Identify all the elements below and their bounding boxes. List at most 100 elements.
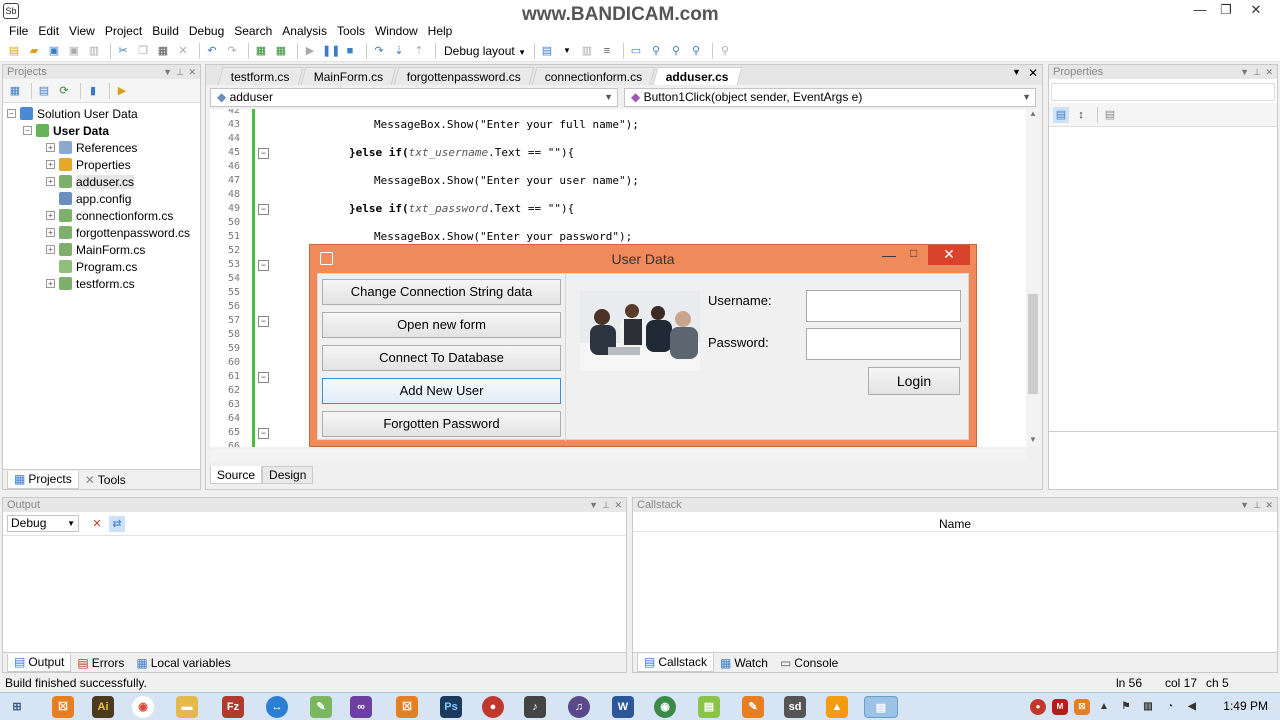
teamviewer-icon[interactable]: ↔ (266, 696, 288, 718)
tree-item-forgottenpassword[interactable]: + forgottenpassword.cs (7, 224, 197, 241)
expand-icon[interactable]: + (46, 160, 55, 169)
open-new-form-button[interactable]: Open new form (322, 312, 561, 338)
itunes-icon[interactable]: ♫ (568, 696, 590, 718)
close-icon[interactable]: ✕ (188, 65, 196, 79)
callstack-column-header[interactable]: Name (633, 516, 1277, 532)
output-source-select[interactable]: Debug ▼ (7, 515, 79, 532)
dropdown-icon[interactable]: ▼ (1240, 65, 1249, 79)
folder-icon[interactable]: ▤ (698, 696, 720, 718)
horizontal-scrollbar[interactable] (210, 449, 1026, 461)
username-input[interactable] (806, 290, 961, 322)
dropdown-icon[interactable]: ▼ (1240, 498, 1249, 512)
menu-help[interactable]: Help (423, 22, 458, 40)
tab-output[interactable]: ▤ Output (7, 653, 72, 672)
sd-icon[interactable]: sd (784, 696, 806, 718)
illustrator-icon[interactable]: Ai (92, 696, 114, 718)
undo-icon[interactable]: ↶ (204, 43, 220, 59)
find-next-icon[interactable]: ⚲ (668, 43, 684, 59)
rebuild-icon[interactable]: ▦ (273, 43, 289, 59)
view-designer-icon[interactable]: ▶ (114, 83, 130, 99)
antivirus-tray-icon[interactable]: M (1052, 699, 1068, 715)
indent-icon[interactable]: ≡ (599, 43, 615, 59)
replace-icon[interactable]: ⚲ (688, 43, 704, 59)
tab-adduser[interactable]: adduser.cs (653, 66, 743, 85)
network-icon[interactable]: ▥ (1140, 699, 1156, 715)
scroll-up-icon[interactable]: ▲ (1029, 109, 1037, 118)
object-selector[interactable] (1051, 83, 1275, 101)
fold-toggle[interactable]: − (258, 372, 269, 383)
record-icon[interactable]: ● (482, 696, 504, 718)
tree-solution[interactable]: − Solution User Data (7, 105, 197, 122)
tree-item-testform[interactable]: + testform.cs (7, 275, 197, 292)
tab-source[interactable]: Source (210, 466, 263, 484)
login-button[interactable]: Login (868, 367, 960, 395)
chrome-icon[interactable]: ◉ (132, 696, 154, 718)
pause-icon[interactable]: ❚❚ (322, 43, 340, 59)
close-tab-icon[interactable]: ✕ (1028, 66, 1038, 80)
scroll-down-icon[interactable]: ▼ (1029, 435, 1037, 444)
scrollbar-thumb[interactable] (1028, 294, 1038, 394)
close-icon[interactable]: ✕ (1265, 65, 1273, 79)
change-connection-string-button[interactable]: Change Connection String data (322, 279, 561, 305)
photoshop-icon[interactable]: Ps (440, 696, 462, 718)
comment-icon[interactable]: ▭ (628, 43, 644, 59)
property-pages-icon[interactable]: ▤ (1102, 107, 1118, 123)
flag-icon[interactable]: ⚑ (1118, 699, 1134, 715)
step-out-icon[interactable]: ⇡ (411, 43, 427, 59)
menu-search[interactable]: Search (229, 22, 277, 40)
app-icon[interactable]: ✎ (742, 696, 764, 718)
show-all-icon[interactable]: ▤ (36, 83, 52, 99)
close-button[interactable]: ✕ (1240, 0, 1272, 20)
clear-output-icon[interactable]: ✕ (89, 516, 105, 532)
filezilla-icon[interactable]: Fz (222, 696, 244, 718)
step-into-icon[interactable]: ⇣ (391, 43, 407, 59)
step-over-icon[interactable]: ↷ (371, 43, 387, 59)
media-icon[interactable]: ♪ (524, 696, 546, 718)
app-tray-icon[interactable]: ☒ (1074, 699, 1090, 715)
tab-tools[interactable]: ✕ Tools (79, 471, 132, 489)
tree-item-properties[interactable]: + Properties (7, 156, 197, 173)
run-icon[interactable]: ▶ (302, 43, 318, 59)
find-icon[interactable]: ⚲ (648, 43, 664, 59)
collapse-icon[interactable]: − (7, 109, 16, 118)
pin-icon[interactable]: ⊥ (1253, 65, 1261, 79)
menu-tools[interactable]: Tools (332, 22, 370, 40)
expand-icon[interactable]: + (46, 228, 55, 237)
app-icon[interactable]: ☒ (52, 696, 74, 718)
menu-window[interactable]: Window (370, 22, 423, 40)
dropdown-icon[interactable]: ▼ (163, 65, 172, 79)
bookmark-icon[interactable]: ▥ (579, 43, 595, 59)
tree-item-adduser[interactable]: + adduser.cs (7, 173, 197, 190)
sharpdevelop-task-icon[interactable]: ▤ (864, 696, 898, 718)
menu-view[interactable]: View (64, 22, 100, 40)
chevron-up-icon[interactable]: ▲ (1096, 699, 1112, 715)
forgotten-password-button[interactable]: Forgotten Password (322, 411, 561, 437)
tree-item-references[interactable]: + References (7, 139, 197, 156)
form-close-button[interactable]: ✕ (928, 245, 970, 265)
add-new-user-button[interactable]: Add New User (322, 378, 561, 404)
stop-icon[interactable]: ■ (342, 43, 358, 59)
fold-toggle[interactable]: − (258, 428, 269, 439)
file-explorer-icon[interactable]: ▬ (176, 696, 198, 718)
expand-icon[interactable]: + (46, 279, 55, 288)
new-file-icon[interactable]: ▤ (6, 43, 22, 59)
form-minimize-button[interactable]: — (882, 247, 896, 263)
properties-icon[interactable]: ▦ (7, 83, 23, 99)
menu-project[interactable]: Project (100, 22, 147, 40)
pin-icon[interactable]: ⊥ (176, 65, 184, 79)
menu-edit[interactable]: Edit (33, 22, 64, 40)
connect-database-button[interactable]: Connect To Database (322, 345, 561, 371)
expand-icon[interactable]: + (46, 245, 55, 254)
word-wrap-icon[interactable]: ⇄ (109, 515, 125, 532)
wifi-icon[interactable]: ◔ (1162, 699, 1178, 715)
pin-icon[interactable]: ⊥ (1253, 498, 1261, 512)
pin-icon[interactable]: ⊥ (602, 498, 610, 512)
refresh-icon[interactable]: ⟳ (56, 83, 72, 99)
open-folder-icon[interactable]: ▰ (26, 43, 42, 59)
start-icon[interactable]: ⊞ (6, 696, 28, 718)
tree-item-program[interactable]: Program.cs (7, 258, 197, 275)
notepad-icon[interactable]: ✎ (310, 696, 332, 718)
copy-icon[interactable]: ❐ (135, 43, 151, 59)
close-icon[interactable]: ✕ (1265, 498, 1273, 512)
expand-icon[interactable]: + (46, 211, 55, 220)
